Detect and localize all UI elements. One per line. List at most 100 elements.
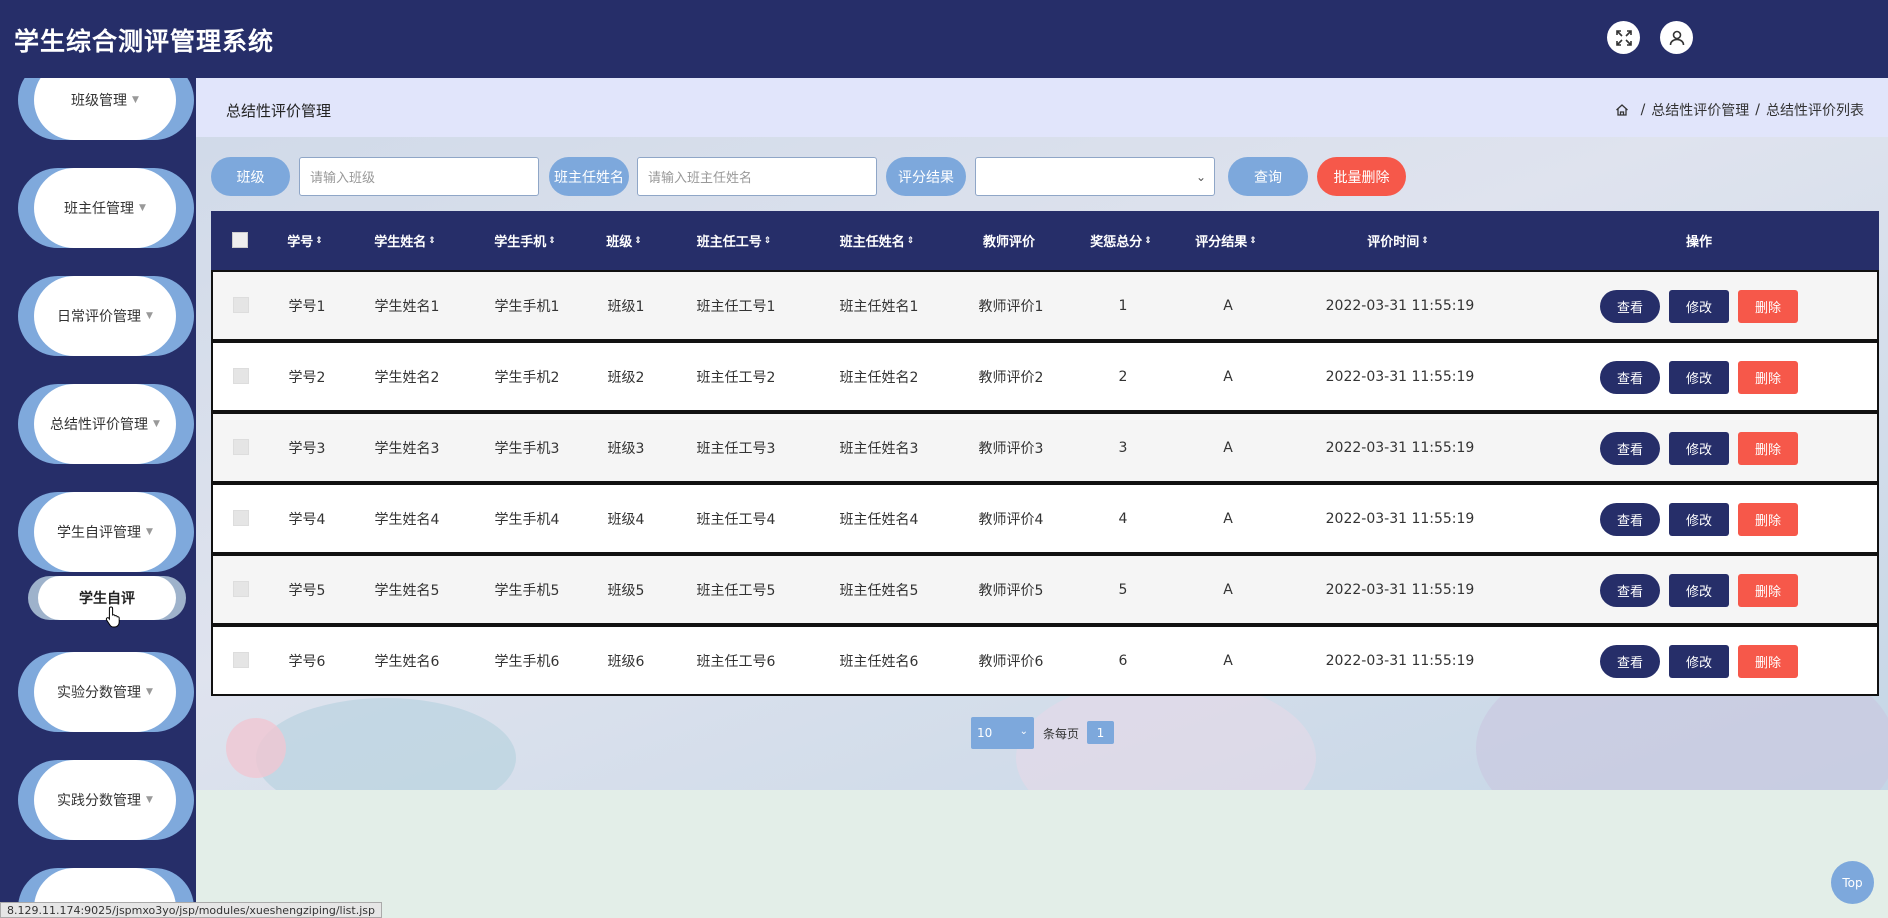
row-checkbox[interactable] — [233, 368, 249, 384]
view-button[interactable]: 查看 — [1600, 432, 1660, 465]
cell-result: A — [1223, 368, 1233, 385]
edit-button[interactable]: 修改 — [1669, 645, 1729, 678]
view-button[interactable]: 查看 — [1600, 361, 1660, 394]
cell-eval-time: 2022-03-31 11:55:19 — [1325, 510, 1475, 527]
table-row: 学号5 学生姓名5 学生手机5 班级5 班主任工号5 班主任姓名5 教师评价5 5 A 2022-… — [211, 554, 1879, 625]
cell-teacher-id: 班主任工号4 — [696, 511, 776, 528]
cell-class: 班级6 — [607, 653, 645, 670]
row-checkbox[interactable] — [233, 297, 249, 313]
cell-student-phone: 学生手机1 — [494, 298, 560, 315]
delete-button[interactable]: 删除 — [1738, 290, 1798, 323]
header-teacher-id[interactable]: 班主任工号 ⇕ — [697, 211, 772, 270]
header-eval-time[interactable]: 评价时间 ⇕ — [1367, 211, 1429, 270]
breadcrumb-item[interactable]: 总结性评价管理 — [1651, 100, 1749, 120]
cell-teacher-id: 班主任工号2 — [696, 369, 776, 386]
delete-button[interactable]: 删除 — [1738, 503, 1798, 536]
cell-result: A — [1223, 439, 1233, 456]
caret-down-icon: ▼ — [146, 527, 153, 537]
cell-student-id: 学号1 — [288, 298, 326, 315]
delete-button[interactable]: 删除 — [1738, 361, 1798, 394]
batch-delete-button[interactable]: 批量删除 — [1317, 157, 1406, 196]
view-button[interactable]: 查看 — [1600, 503, 1660, 536]
cell-teacher-name: 班主任姓名6 — [839, 653, 919, 670]
cell-student-name: 学生姓名2 — [374, 369, 440, 386]
table-row: 学号4 学生姓名4 学生手机4 班级4 班主任工号4 班主任姓名4 教师评价4 4 A 2022-… — [211, 483, 1879, 554]
delete-button[interactable]: 删除 — [1738, 645, 1798, 678]
cell-class: 班级1 — [607, 298, 645, 315]
home-icon[interactable] — [1615, 103, 1629, 117]
cell-eval-time: 2022-03-31 11:55:19 — [1325, 368, 1475, 385]
header-class[interactable]: 班级 ⇕ — [606, 211, 642, 270]
view-button[interactable]: 查看 — [1600, 645, 1660, 678]
header-student-phone[interactable]: 学生手机 ⇕ — [494, 211, 556, 270]
row-checkbox[interactable] — [233, 581, 249, 597]
cell-teacher-eval: 教师评价6 — [978, 653, 1044, 670]
fullscreen-button[interactable] — [1607, 21, 1640, 54]
sidebar-item-class[interactable]: 班级管理 ▼ — [18, 78, 194, 140]
caret-down-icon: ▼ — [146, 311, 153, 321]
cell-result: A — [1223, 297, 1233, 314]
header-total-score[interactable]: 奖惩总分 ⇕ — [1090, 211, 1152, 270]
teacher-name-input[interactable]: 请输入班主任姓名 — [637, 157, 877, 196]
cell-class: 班级2 — [607, 369, 645, 386]
page-size-select[interactable]: 10 ⌄ — [971, 717, 1034, 749]
sidebar-item-teacher[interactable]: 班主任管理 ▼ — [18, 168, 194, 248]
cell-student-name: 学生姓名4 — [374, 511, 440, 528]
class-label: 班级 — [211, 157, 290, 196]
page-header: 总结性评价管理 / 总结性评价管理 / 总结性评价列表 — [196, 78, 1888, 137]
header-result[interactable]: 评分结果 ⇕ — [1195, 211, 1257, 270]
sort-icon: ⇕ — [428, 235, 436, 246]
cell-student-id: 学号3 — [288, 440, 326, 457]
delete-button[interactable]: 删除 — [1738, 574, 1798, 607]
user-button[interactable] — [1660, 21, 1693, 54]
sidebar: 班级管理 ▼ 班主任管理 ▼ 日常评价管理 ▼ 总结性评价管理 ▼ 学生自评管理 ▼ 学生… — [0, 78, 196, 918]
cell-teacher-name: 班主任姓名2 — [839, 369, 919, 386]
result-select[interactable]: ⌄ — [975, 157, 1215, 196]
sidebar-item-label: 班主任管理 — [64, 201, 135, 217]
row-checkbox[interactable] — [233, 439, 249, 455]
row-actions: 查看 修改 删除 — [1600, 645, 1798, 678]
edit-button[interactable]: 修改 — [1669, 432, 1729, 465]
select-all-checkbox[interactable] — [232, 232, 248, 248]
query-button[interactable]: 查询 — [1228, 157, 1308, 196]
edit-button[interactable]: 修改 — [1669, 503, 1729, 536]
cell-teacher-name: 班主任姓名4 — [839, 511, 919, 528]
view-button[interactable]: 查看 — [1600, 574, 1660, 607]
cell-teacher-eval: 教师评价3 — [978, 440, 1044, 457]
sidebar-item-daily-eval[interactable]: 日常评价管理 ▼ — [18, 276, 194, 356]
sidebar-item-summary-eval[interactable]: 总结性评价管理 ▼ — [18, 384, 194, 464]
edit-button[interactable]: 修改 — [1669, 574, 1729, 607]
cell-result: A — [1223, 581, 1233, 598]
cell-teacher-eval: 教师评价1 — [978, 298, 1044, 315]
caret-down-icon: ▼ — [153, 419, 160, 429]
cell-student-id: 学号6 — [288, 653, 326, 670]
sidebar-item-practice-score[interactable]: 实践分数管理 ▼ — [18, 760, 194, 840]
row-checkbox[interactable] — [233, 652, 249, 668]
cell-eval-time: 2022-03-31 11:55:19 — [1325, 581, 1475, 598]
sidebar-item-self-eval[interactable]: 学生自评管理 ▼ — [18, 492, 194, 572]
header-teacher-name[interactable]: 班主任姓名 ⇕ — [840, 211, 915, 270]
header-student-id[interactable]: 学号 ⇕ — [287, 211, 323, 270]
table-row: 学号6 学生姓名6 学生手机6 班级6 班主任工号6 班主任姓名6 教师评价6 6 A 2022-… — [211, 625, 1879, 696]
table-header: 学号 ⇕ 学生姓名 ⇕ 学生手机 ⇕ 班级 ⇕ 班主任工号 ⇕ 班主任姓名 ⇕ 教师评价 奖… — [211, 211, 1879, 270]
page-number-button[interactable]: 1 — [1087, 721, 1114, 744]
breadcrumb-item: 总结性评价列表 — [1766, 103, 1864, 119]
delete-button[interactable]: 删除 — [1738, 432, 1798, 465]
view-button[interactable]: 查看 — [1600, 290, 1660, 323]
edit-button[interactable]: 修改 — [1669, 290, 1729, 323]
sidebar-item-label: 实验分数管理 — [57, 685, 142, 701]
back-to-top-button[interactable]: Top — [1831, 861, 1874, 904]
class-input[interactable]: 请输入班级 — [299, 157, 539, 196]
cell-total-score: 1 — [1118, 297, 1128, 314]
edit-button[interactable]: 修改 — [1669, 361, 1729, 394]
cell-total-score: 4 — [1118, 510, 1128, 527]
cell-student-id: 学号4 — [288, 511, 326, 528]
app-title: 学生综合测评管理系统 — [14, 27, 275, 56]
row-checkbox[interactable] — [233, 510, 249, 526]
cell-teacher-eval: 教师评价4 — [978, 511, 1044, 528]
cell-teacher-id: 班主任工号5 — [696, 582, 776, 599]
header-student-name[interactable]: 学生姓名 ⇕ — [374, 211, 436, 270]
sidebar-item-experiment-score[interactable]: 实验分数管理 ▼ — [18, 652, 194, 732]
cell-student-phone: 学生手机6 — [494, 653, 560, 670]
cell-student-name: 学生姓名6 — [374, 653, 440, 670]
